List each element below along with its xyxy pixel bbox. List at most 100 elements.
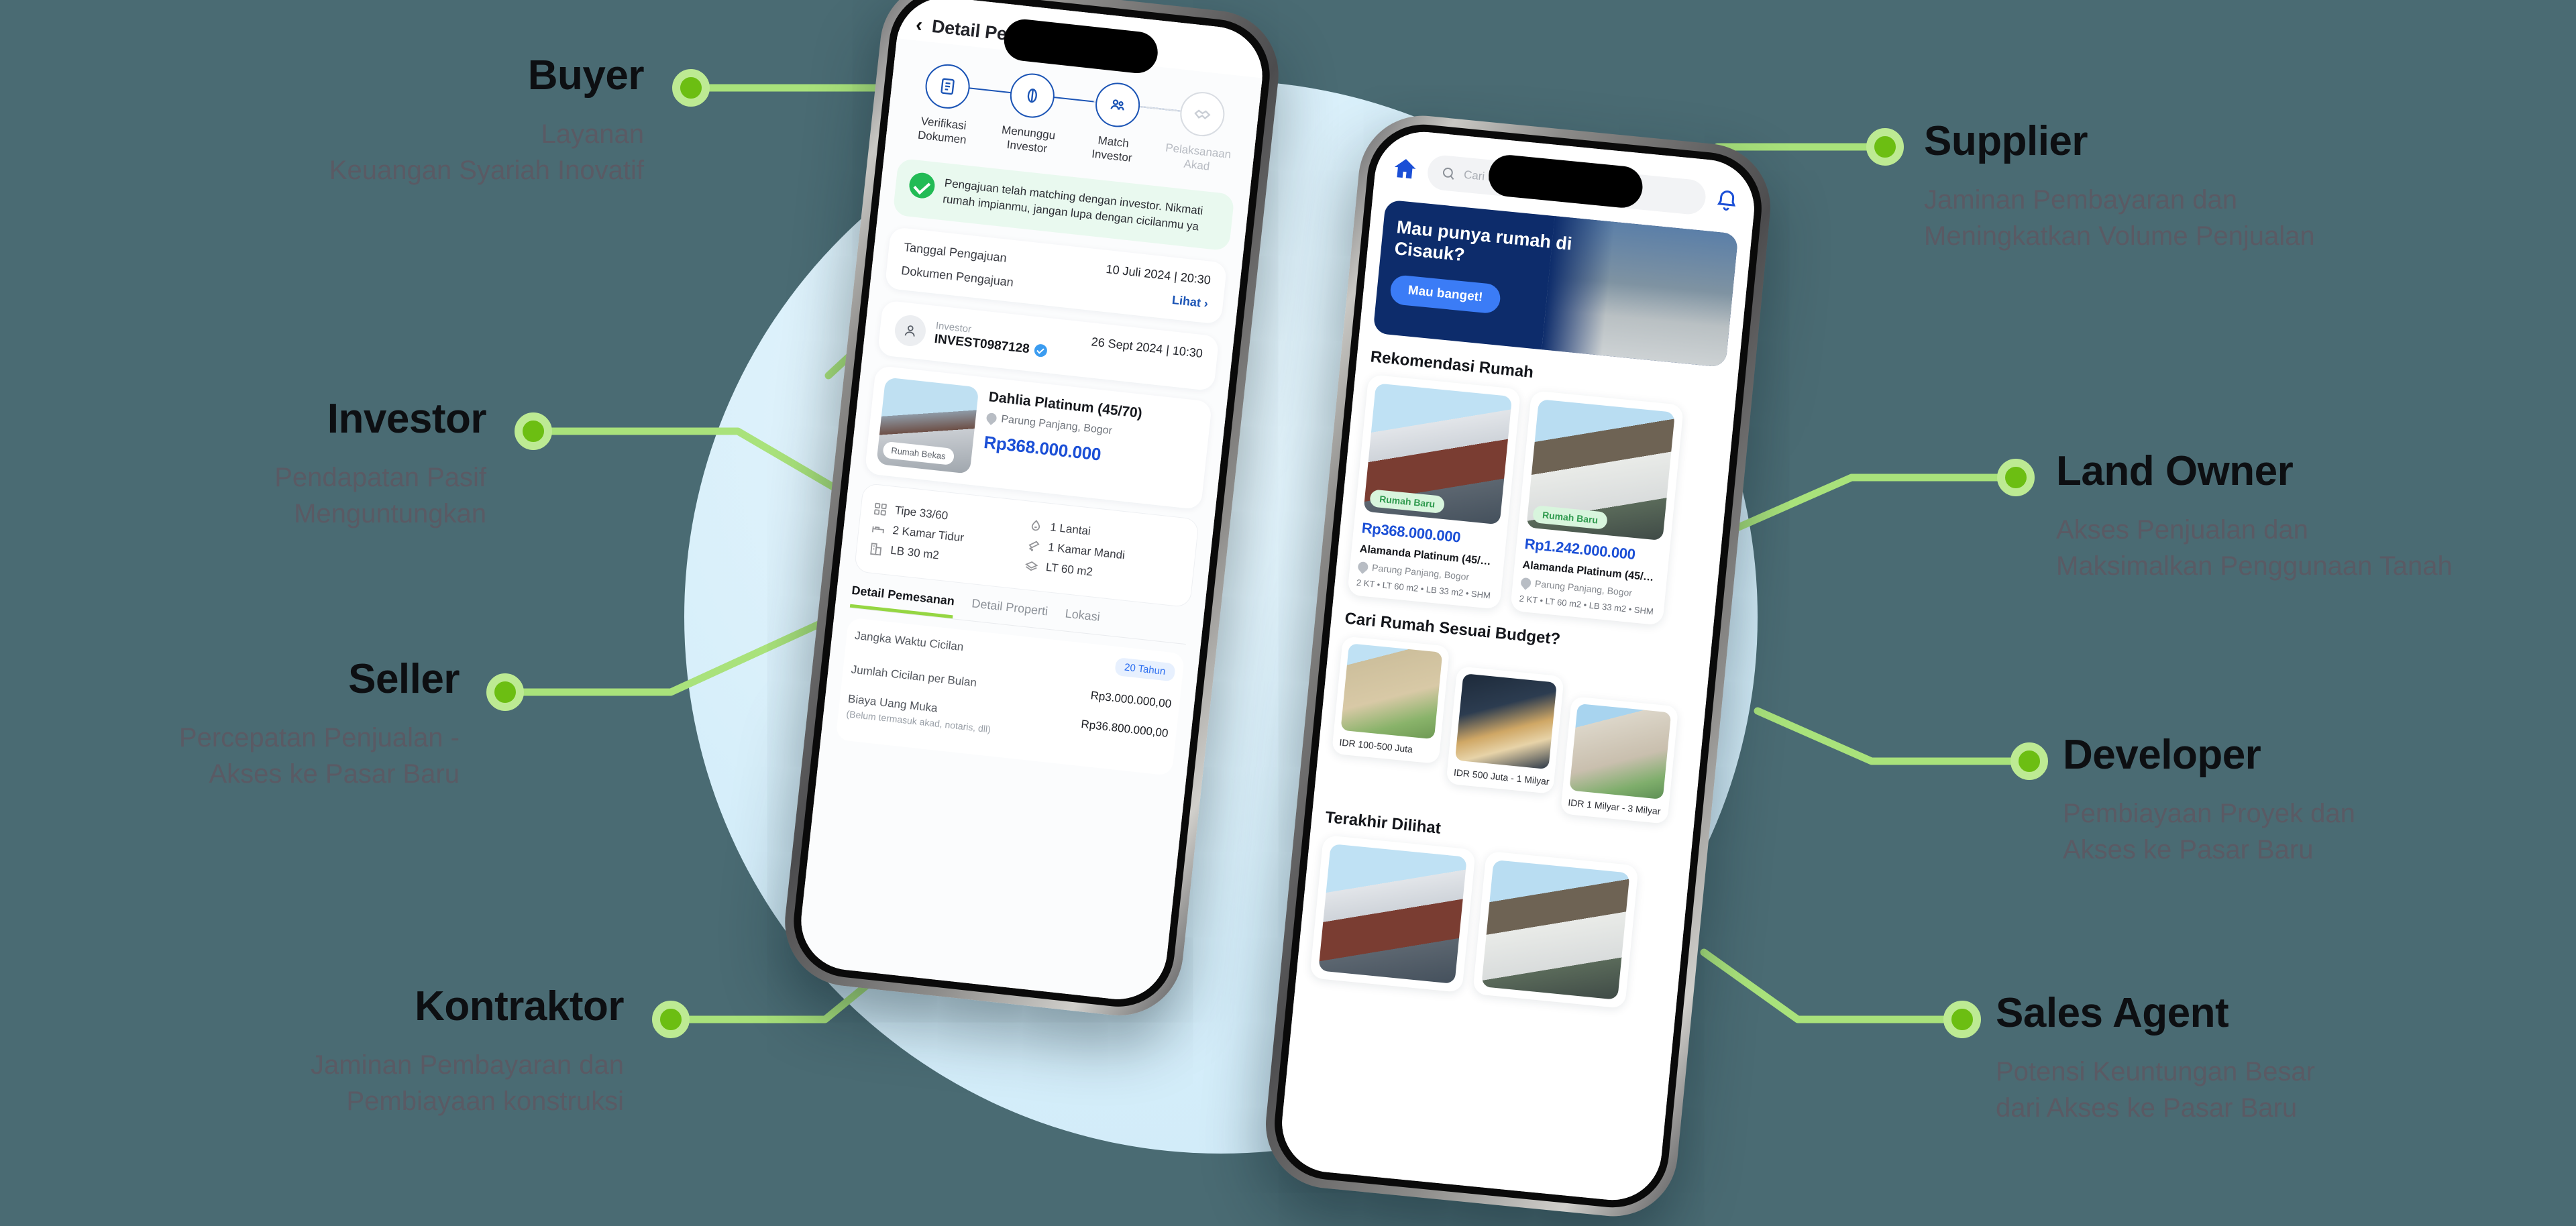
notification-bell-icon[interactable] xyxy=(1714,187,1740,213)
node-dot-seller xyxy=(486,673,524,711)
handshake-icon xyxy=(1194,109,1211,119)
label-supplier: Supplier Jaminan Pembayaran dan Meningka… xyxy=(1924,119,2315,254)
label-desc-developer-line2: Akses ke Pasar Baru xyxy=(2063,835,2314,865)
spec-lantai-text: 1 Lantai xyxy=(1049,520,1091,538)
spec-lb-text: LB 30 m2 xyxy=(890,544,940,562)
investor-timestamp: 26 Sept 2024 | 10:30 xyxy=(1090,335,1203,360)
detail-row-value: Rp36.800.000,00 xyxy=(1080,717,1169,740)
label-developer: Developer Pembiayaan Proyek dan Akses ke… xyxy=(2063,733,2355,868)
property-badge: Rumah Bekas xyxy=(882,441,955,465)
building-icon xyxy=(870,543,882,556)
house-image: Rumah Baru xyxy=(1526,399,1676,541)
label-desc-salesagent-line1: Potensi Keuntungan Besar xyxy=(1996,1057,2315,1087)
budget-card-list: IDR 100-500 Juta IDR 500 Juta - 1 Milyar… xyxy=(1328,636,1709,826)
node-dot-landowner xyxy=(1997,459,2035,496)
budget-image xyxy=(1454,673,1557,770)
detail-row-value: Rp3.000.000,00 xyxy=(1089,689,1173,710)
promo-cta-button[interactable]: Mau banget! xyxy=(1389,274,1502,315)
budget-card[interactable]: IDR 1 Milyar - 3 Milyar xyxy=(1560,696,1679,824)
node-dot-developer xyxy=(2010,742,2048,780)
label-desc-investor-line2: Menguntungkan xyxy=(294,499,486,529)
recommend-card-list: Rumah Baru Rp368.000.000 Alamanda Platin… xyxy=(1347,374,1735,630)
budget-card[interactable]: IDR 500 Juta - 1 Milyar xyxy=(1446,666,1564,794)
chevron-left-icon[interactable]: ‹ xyxy=(915,13,924,36)
document-icon xyxy=(941,78,955,95)
label-seller: Seller Percepatan Penjualan - Akses ke P… xyxy=(0,657,460,792)
step-menunggu-investor[interactable]: Menunggu Investor xyxy=(988,70,1073,158)
label-role-developer: Developer xyxy=(2063,732,2261,778)
label-desc-investor-line1: Pendapatan Pasif xyxy=(274,463,486,493)
recent-card[interactable] xyxy=(1472,850,1639,1009)
map-pin-icon xyxy=(1519,575,1534,590)
promo-banner[interactable]: Mau punya rumah di Cisauk? Mau banget! xyxy=(1373,199,1739,368)
tab-detail-properti[interactable]: Detail Properti xyxy=(970,596,1049,628)
house-badge: Rumah Baru xyxy=(1369,489,1446,514)
house-card[interactable]: Rumah Baru Rp1.242.000.000 Alamanda Plat… xyxy=(1509,390,1684,626)
bed-icon xyxy=(871,526,885,534)
label-role-kontraktor: Kontraktor xyxy=(415,983,624,1029)
node-dot-salesagent xyxy=(1943,1001,1981,1038)
label-desc-salesagent-line2: dari Akses ke Pasar Baru xyxy=(1996,1093,2298,1123)
label-role-buyer: Buyer xyxy=(527,52,645,99)
user-avatar-icon xyxy=(893,313,928,348)
label-desc-seller-line2: Akses ke Pasar Baru xyxy=(209,759,460,789)
tab-lokasi[interactable]: Lokasi xyxy=(1063,606,1101,634)
label-desc-seller-line1: Percepatan Penjualan - xyxy=(178,723,460,753)
home-icon[interactable] xyxy=(1391,154,1420,184)
house-card[interactable]: Rumah Baru Rp368.000.000 Alamanda Platin… xyxy=(1347,374,1521,610)
submission-doc-link-text: Lihat xyxy=(1171,292,1205,310)
recent-image xyxy=(1481,859,1630,1000)
label-desc-supplier-line2: Meningkatkan Volume Penjualan xyxy=(1924,221,2315,252)
map-pin-icon xyxy=(1356,559,1371,574)
shower-icon xyxy=(1028,541,1040,551)
house-badge: Rumah Baru xyxy=(1532,505,1609,530)
node-dot-investor xyxy=(515,412,552,450)
grid-icon xyxy=(873,502,887,516)
map-pin-icon xyxy=(984,411,999,426)
step-pelaksanaan-akad[interactable]: Pelaksanaan Akad xyxy=(1158,88,1242,176)
spec-lt-text: LT 60 m2 xyxy=(1045,561,1093,579)
label-desc-kontraktor-line2: Pembiayaan konstruksi xyxy=(346,1086,624,1117)
property-image: Rumah Bekas xyxy=(876,377,979,474)
label-desc-supplier-line1: Jaminan Pembayaran dan xyxy=(1924,185,2237,215)
label-desc-landowner-line2: Maksimalkan Penggunaan Tanah xyxy=(2056,551,2453,581)
verified-badge-icon xyxy=(1033,343,1048,358)
submission-doc-label: Dokumen Pengajuan xyxy=(900,263,1014,289)
label-desc-kontraktor-line1: Jaminan Pembayaran dan xyxy=(311,1050,624,1080)
label-desc-buyer-line2: Keuangan Syariah Inovatif xyxy=(329,156,644,186)
search-icon xyxy=(1442,167,1454,180)
budget-card[interactable]: IDR 100-500 Juta xyxy=(1331,636,1450,765)
recent-card-list xyxy=(1309,834,1689,1013)
node-dot-buyer xyxy=(672,69,710,107)
label-buyer: Buyer Layanan Keuangan Syariah Inovatif xyxy=(148,52,645,188)
label-role-seller: Seller xyxy=(348,656,460,702)
node-dot-kontraktor xyxy=(652,1001,690,1038)
label-landowner: Land Owner Akses Penjualan dan Maksimalk… xyxy=(2056,449,2453,584)
land-icon xyxy=(1025,561,1038,571)
status-banner-text: Pengajuan telah matching dengan investor… xyxy=(942,176,1204,233)
step-verifikasi-dokumen[interactable]: Verifikasi Dokumen xyxy=(903,60,987,149)
node-dot-supplier xyxy=(1866,128,1904,166)
spec-tipe-text: Tipe 33/60 xyxy=(894,504,949,522)
house-image: Rumah Baru xyxy=(1363,383,1513,525)
detail-row-value-pill: 20 Tahun xyxy=(1114,657,1176,682)
submission-date-label: Tanggal Pengajuan xyxy=(903,240,1008,265)
step-match-investor[interactable]: Match Investor xyxy=(1073,78,1158,167)
property-location: Parung Panjang, Bogor xyxy=(1000,413,1113,437)
people-icon xyxy=(1110,99,1124,111)
submission-date-value: 10 Juli 2024 | 20:30 xyxy=(1105,262,1212,287)
submission-doc-link[interactable]: Lihat › xyxy=(1171,293,1209,311)
label-investor: Investor Pendapatan Pasif Menguntungkan xyxy=(0,397,486,532)
label-role-supplier: Supplier xyxy=(1924,118,2088,164)
coin-icon xyxy=(1028,89,1038,103)
recent-card[interactable] xyxy=(1309,834,1476,993)
check-circle-icon xyxy=(908,171,936,200)
tab-detail-pemesanan[interactable]: Detail Pemesanan xyxy=(849,583,955,619)
label-role-landowner: Land Owner xyxy=(2056,448,2294,494)
budget-image xyxy=(1340,643,1443,740)
budget-label: IDR 100-500 Juta xyxy=(1338,736,1413,755)
detail-row-label: Jangka Waktu Cicilan xyxy=(854,628,965,654)
label-salesagent: Sales Agent Potensi Keuntungan Besar dar… xyxy=(1996,991,2315,1126)
label-role-investor: Investor xyxy=(327,396,487,442)
budget-label: IDR 1 Milyar - 3 Milyar xyxy=(1567,797,1662,817)
